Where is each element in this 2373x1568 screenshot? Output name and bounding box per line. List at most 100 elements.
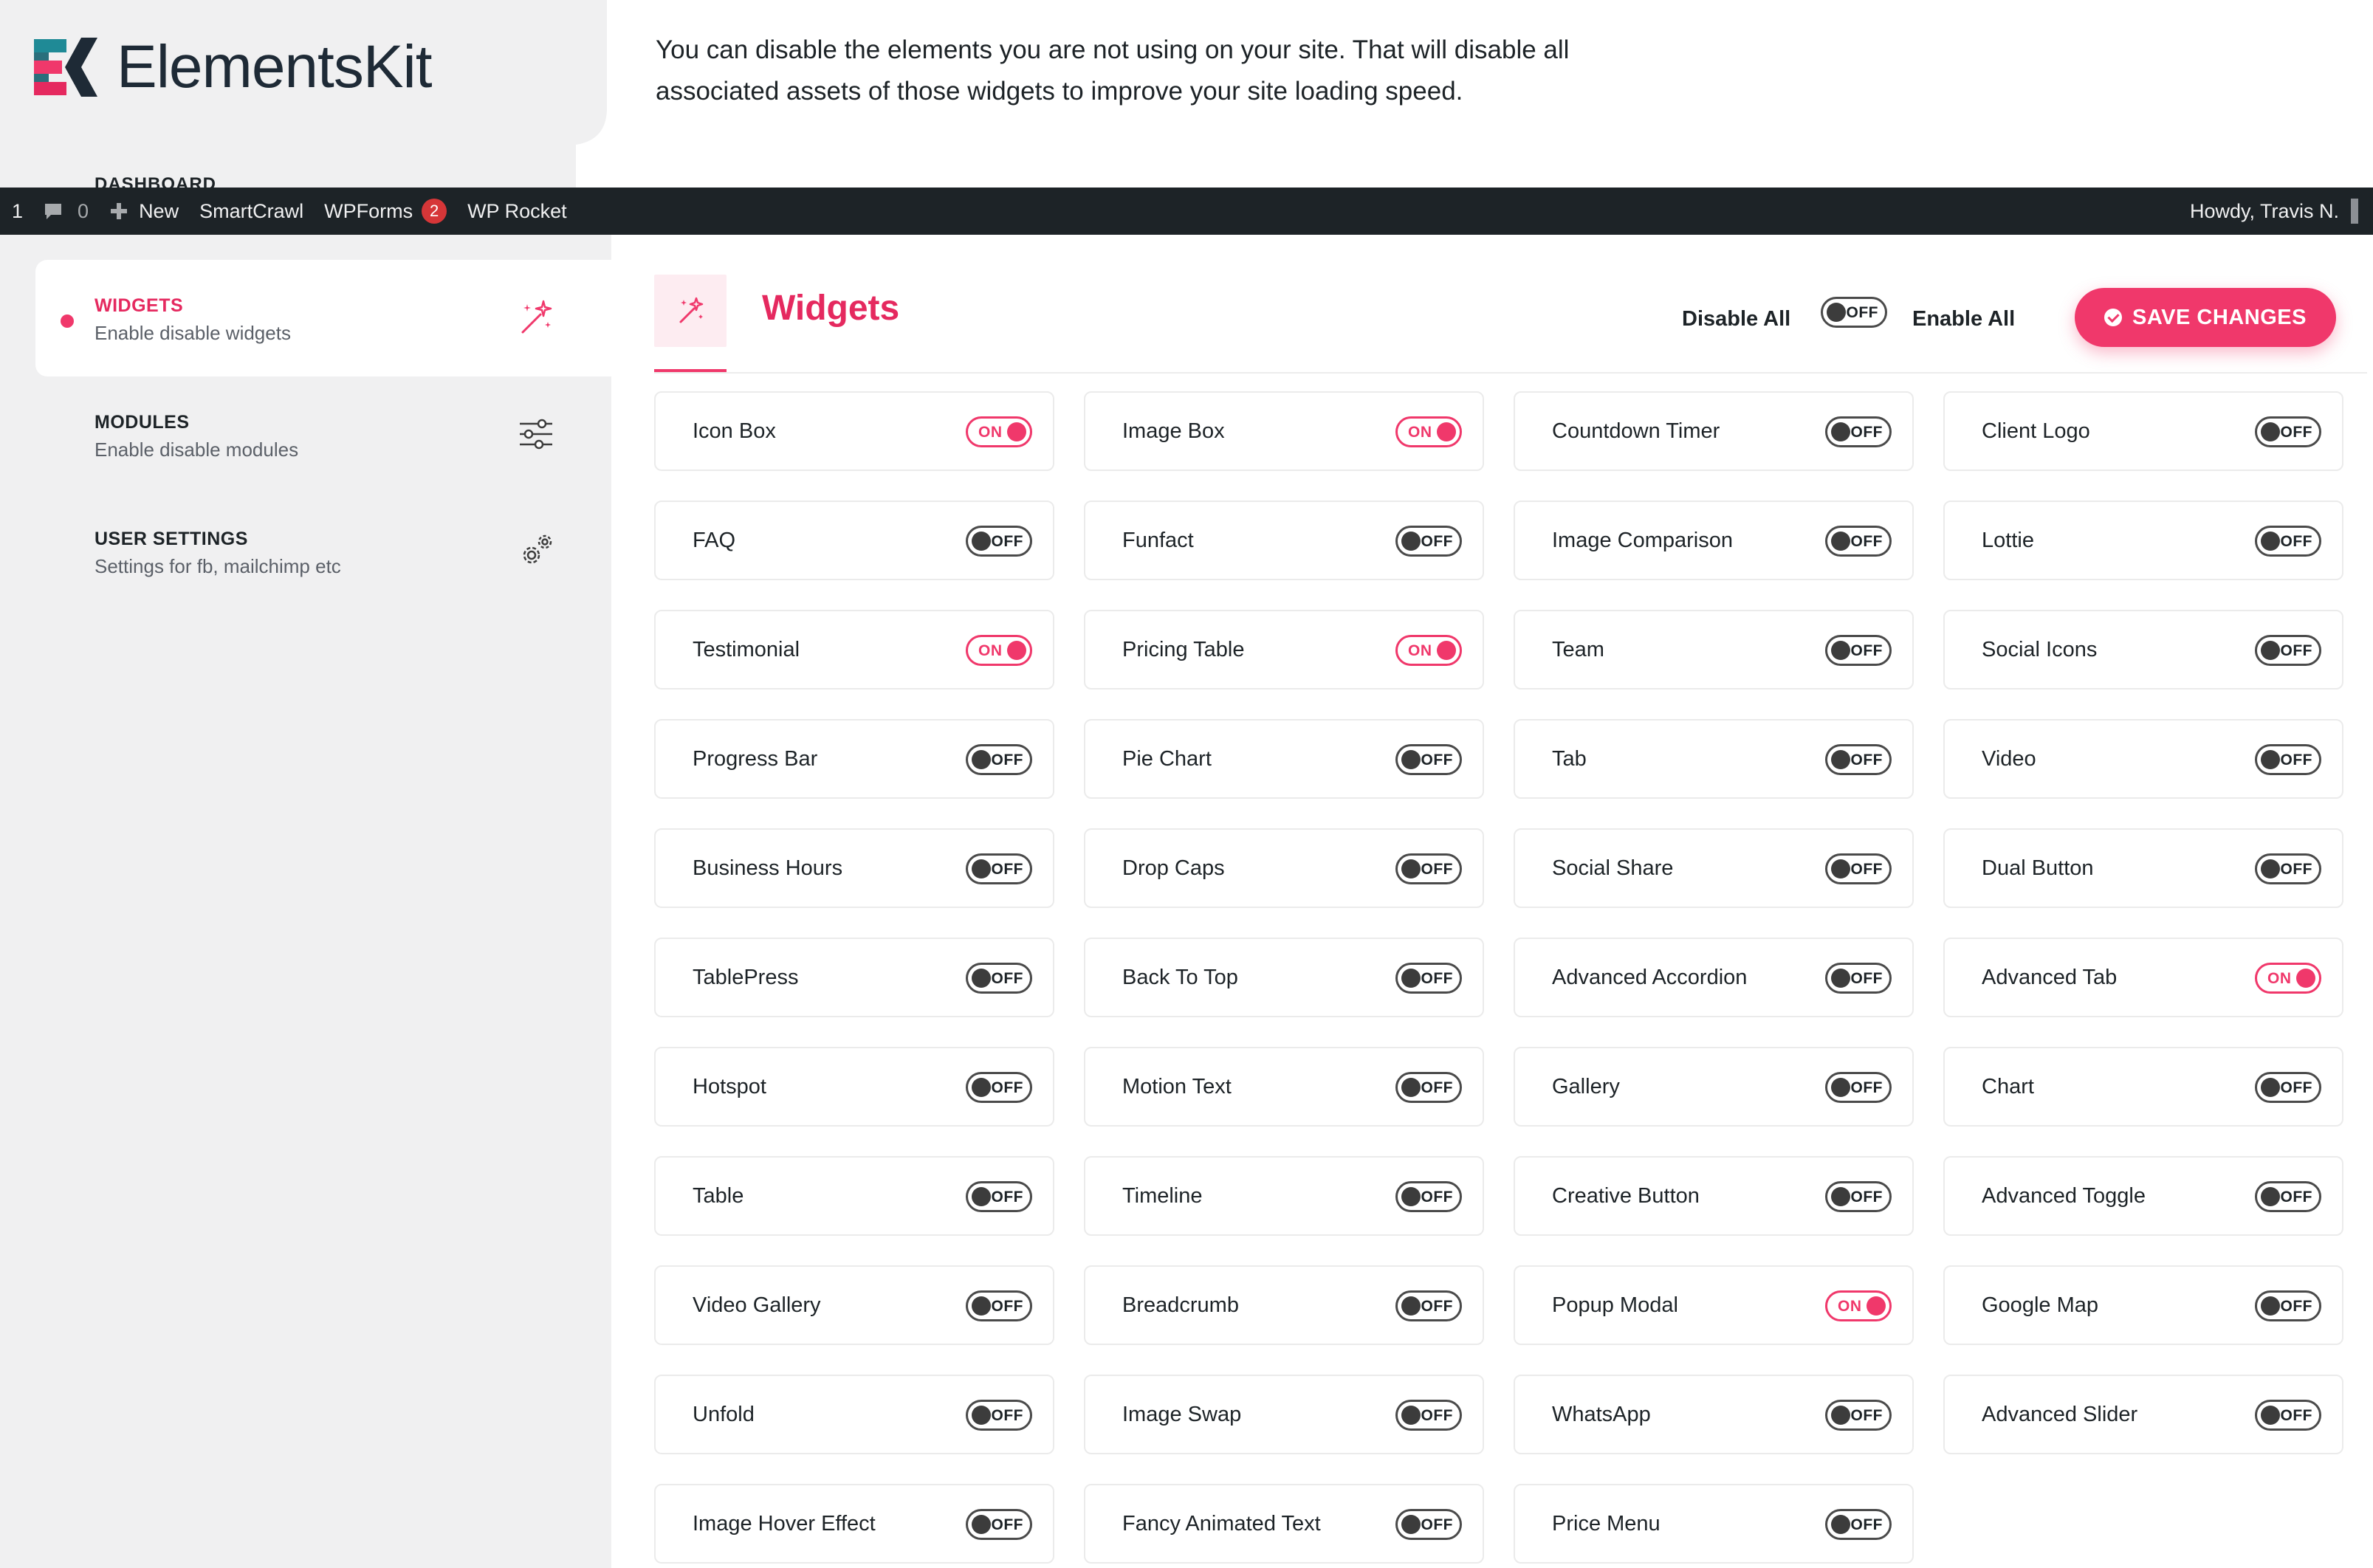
widget-toggle[interactable]: OFF (2255, 744, 2321, 775)
widget-card: Drop Caps OFF (1084, 828, 1484, 908)
widget-toggle[interactable]: OFF (2255, 1181, 2321, 1212)
widget-toggle[interactable]: OFF (966, 1072, 1032, 1103)
widget-toggle[interactable]: OFF (2255, 635, 2321, 666)
toggle-state: ON (1408, 424, 1432, 441)
elementskit-logo-icon (34, 38, 97, 97)
nav-widgets-title: WIDGETS (95, 295, 184, 316)
widget-toggle[interactable]: OFF (2255, 1290, 2321, 1321)
toggle-knob (1401, 859, 1421, 878)
widget-card: Advanced Tab ON (1943, 938, 2343, 1017)
toggle-knob (972, 750, 991, 769)
widget-toggle[interactable]: OFF (1825, 744, 1892, 775)
elementskit-logo[interactable]: ElementsKit (34, 32, 433, 102)
toggle-state: OFF (2280, 424, 2312, 441)
toggle-state: ON (1838, 1298, 1862, 1315)
widget-toggle[interactable]: OFF (1395, 853, 1462, 884)
widget-toggle[interactable]: ON (2255, 963, 2321, 994)
toggle-state: OFF (991, 533, 1023, 550)
widget-toggle[interactable]: OFF (1395, 963, 1462, 994)
disable-all-label[interactable]: Disable All (1682, 307, 1790, 331)
header-divider (654, 372, 2367, 374)
comments-item[interactable]: 0 (44, 200, 89, 223)
widget-name: Testimonial (693, 638, 800, 661)
widget-toggle[interactable]: OFF (2255, 1400, 2321, 1431)
nav-user-settings[interactable]: USER SETTINGS Settings for fb, mailchimp… (35, 493, 611, 610)
widget-name: Countdown Timer (1552, 419, 1720, 443)
widget-card: Pie Chart OFF (1084, 719, 1484, 799)
widget-toggle[interactable]: OFF (1825, 963, 1892, 994)
toggle-state: OFF (2280, 642, 2312, 659)
widget-toggle[interactable]: ON (1395, 416, 1462, 447)
wprocket-item[interactable]: WP Rocket (467, 200, 567, 223)
widget-toggle[interactable]: ON (1395, 635, 1462, 666)
widget-toggle[interactable]: OFF (2255, 1072, 2321, 1103)
toggle-state: OFF (1421, 533, 1453, 550)
widget-toggle[interactable]: OFF (966, 526, 1032, 557)
widget-toggle[interactable]: ON (1825, 1290, 1892, 1321)
widget-toggle[interactable]: OFF (1825, 526, 1892, 557)
toggle-state: OFF (1421, 1516, 1453, 1533)
widget-toggle[interactable]: OFF (1825, 1509, 1892, 1540)
toggle-knob (972, 1078, 991, 1097)
widget-toggle[interactable]: OFF (966, 1509, 1032, 1540)
new-item[interactable]: New (109, 200, 179, 223)
save-changes-button[interactable]: SAVE CHANGES (2075, 288, 2336, 347)
widget-name: Dual Button (1982, 856, 2094, 880)
nav-widgets-subtitle: Enable disable widgets (95, 322, 291, 344)
widget-name: Drop Caps (1122, 856, 1225, 880)
widget-toggle[interactable]: OFF (1825, 853, 1892, 884)
toggle-state: ON (978, 642, 1003, 659)
toggle-state: OFF (1850, 424, 1883, 441)
widget-toggle[interactable]: OFF (1825, 1181, 1892, 1212)
dashboard-label[interactable]: DASHBOARD (95, 174, 216, 188)
widget-toggle[interactable]: OFF (966, 853, 1032, 884)
widget-toggle[interactable]: OFF (2255, 853, 2321, 884)
widget-toggle[interactable]: OFF (1395, 1509, 1462, 1540)
nav-modules[interactable]: MODULES Enable disable modules (35, 376, 611, 493)
toggle-knob (1831, 1078, 1850, 1097)
widget-toggle[interactable]: OFF (1825, 1072, 1892, 1103)
widget-toggle[interactable]: OFF (1395, 1181, 1462, 1212)
widget-toggle[interactable]: OFF (1395, 1072, 1462, 1103)
widget-toggle[interactable]: OFF (966, 963, 1032, 994)
toggle-state: OFF (1850, 1079, 1883, 1096)
wpforms-item[interactable]: WPForms 2 (324, 199, 447, 224)
widget-toggle[interactable]: OFF (1395, 744, 1462, 775)
widget-toggle[interactable]: OFF (966, 1181, 1032, 1212)
toggle-knob (1831, 532, 1850, 551)
nav-user-settings-subtitle: Settings for fb, mailchimp etc (95, 555, 341, 577)
widget-name: Icon Box (693, 419, 776, 443)
widget-toggle[interactable]: OFF (966, 1290, 1032, 1321)
smartcrawl-item[interactable]: SmartCrawl (199, 200, 303, 223)
widget-toggle[interactable]: OFF (1395, 526, 1462, 557)
widget-toggle[interactable]: OFF (1825, 635, 1892, 666)
widget-card: Dual Button OFF (1943, 828, 2343, 908)
widget-toggle[interactable]: OFF (2255, 526, 2321, 557)
toggle-knob (1401, 969, 1421, 988)
widget-toggle[interactable]: ON (966, 635, 1032, 666)
widget-toggle[interactable]: OFF (966, 744, 1032, 775)
widget-card: Testimonial ON (654, 610, 1054, 690)
toggle-knob (972, 1187, 991, 1206)
widget-toggle[interactable]: OFF (2255, 416, 2321, 447)
widget-toggle[interactable]: OFF (1395, 1290, 1462, 1321)
intro-panel: You can disable the elements you are not… (611, 0, 2373, 188)
toggle-state: OFF (2280, 1298, 2312, 1315)
widget-toggle[interactable]: OFF (1825, 1400, 1892, 1431)
toggle-state: OFF (991, 1079, 1023, 1096)
updates-item[interactable]: 1 (0, 200, 23, 223)
master-toggle[interactable]: OFF (1821, 297, 1887, 328)
toggle-state: OFF (1850, 1516, 1883, 1533)
widget-toggle[interactable]: ON (966, 416, 1032, 447)
widget-toggle[interactable]: OFF (966, 1400, 1032, 1431)
widget-toggle[interactable]: OFF (1825, 416, 1892, 447)
account-menu[interactable]: Howdy, Travis N. (2190, 188, 2358, 235)
widget-card: Motion Text OFF (1084, 1047, 1484, 1127)
widget-name: Price Menu (1552, 1512, 1661, 1536)
widget-toggle[interactable]: OFF (1395, 1400, 1462, 1431)
toggle-knob (1831, 859, 1850, 878)
enable-all-label[interactable]: Enable All (1912, 307, 2015, 331)
nav-widgets[interactable]: WIDGETS Enable disable widgets (35, 260, 611, 376)
avatar (2351, 199, 2358, 224)
toggle-knob (2261, 859, 2280, 878)
